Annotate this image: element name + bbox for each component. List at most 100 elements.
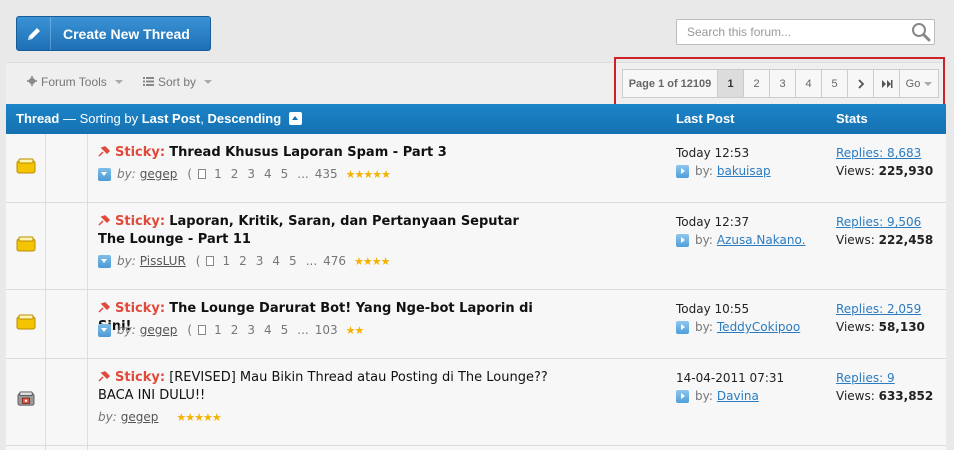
rating-stars: ★★★★★ <box>345 167 391 181</box>
page-link-1[interactable]: 1 <box>718 70 744 97</box>
views-label: Views: <box>836 164 879 178</box>
thread-page-link[interactable]: 2 <box>239 254 247 268</box>
thread-page-ellipsis: ... <box>305 254 318 268</box>
last-post-time: Today 10:55 <box>676 302 750 316</box>
folder-yellow-icon[interactable] <box>16 314 36 330</box>
create-new-thread-button[interactable]: Create New Thread <box>16 16 211 51</box>
thread-list: Sticky: Thread Khusus Laporan Spam - Par… <box>6 134 946 450</box>
search-input[interactable] <box>677 20 905 44</box>
thread-author[interactable]: gegep <box>121 410 159 424</box>
thread-page-link[interactable]: 5 <box>281 323 289 337</box>
rating-stars: ★★★★ <box>354 254 390 268</box>
thread-author[interactable]: PissLUR <box>140 254 186 268</box>
thread-title-link[interactable]: [REVISED] Mau Bikin Thread atau Posting … <box>98 370 548 403</box>
chevron-down-icon <box>204 80 213 84</box>
page-link-2[interactable]: 2 <box>744 70 770 97</box>
next-page-button[interactable] <box>848 70 874 97</box>
page-link-4[interactable]: 4 <box>796 70 822 97</box>
views-value: 633,852 <box>878 389 934 403</box>
search-icon[interactable] <box>910 22 932 42</box>
last-post-column-header[interactable]: Last Post <box>676 111 735 126</box>
thread-page-link[interactable]: 4 <box>264 167 272 181</box>
last-post-user[interactable]: Azusa.Nakano. <box>717 233 806 247</box>
thread-preview-icon[interactable] <box>98 323 111 337</box>
page-document-icon <box>206 256 215 266</box>
thread-page-link[interactable]: 5 <box>281 167 289 181</box>
thread-page-link[interactable]: 4 <box>264 323 272 337</box>
sort-toggle-icon[interactable] <box>289 112 303 125</box>
thread-last-page-link[interactable]: 435 <box>315 167 338 181</box>
forum-tools-menu[interactable]: Forum Tools <box>27 75 123 89</box>
last-page-button[interactable] <box>874 70 900 97</box>
go-label: Go <box>905 77 921 90</box>
thread-last-page-link[interactable]: 476 <box>323 254 346 268</box>
replies-count[interactable]: Replies: 8,683 <box>836 146 921 160</box>
last-post-by-label: by: <box>695 164 713 178</box>
go-to-last-post-icon[interactable] <box>676 164 689 178</box>
last-post-by: by: Azusa.Nakano. <box>676 233 805 247</box>
thread-meta: by: gegep ★★★★★ <box>98 410 222 424</box>
thread-pages: ( 1 2 3 4 5... 435 <box>187 167 338 181</box>
stats-column-header[interactable]: Stats <box>836 111 868 126</box>
thread-meta: by: gegep ( 1 2 3 4 5... 435 ★★★★★ <box>98 167 391 181</box>
sort-by-label: Sort by <box>158 75 197 89</box>
thread-status-cell <box>6 134 46 202</box>
last-post-user[interactable]: Davina <box>717 389 759 403</box>
replies-count[interactable]: Replies: 9,506 <box>836 215 921 229</box>
thread-title: Sticky: Thread Khusus Laporan Spam - Par… <box>98 144 558 162</box>
thread-pages: ( 1 2 3 4 5... 103 <box>187 323 338 337</box>
last-post-user[interactable]: bakuisap <box>717 164 771 178</box>
rating-stars: ★★ <box>345 323 365 337</box>
last-post-time: Today 12:53 <box>676 146 750 160</box>
forum-tools-label: Forum Tools <box>41 75 107 89</box>
sort-sep: , <box>200 111 208 126</box>
go-to-last-post-icon[interactable] <box>676 233 689 247</box>
sticky-prefix: Sticky: <box>115 370 166 385</box>
replies-count[interactable]: Replies: 2,059 <box>836 302 921 316</box>
sort-field[interactable]: Last Post <box>142 111 201 126</box>
by-label: by: <box>117 254 136 268</box>
chevron-right-icon <box>857 78 864 89</box>
thread-title-link[interactable]: Thread Khusus Laporan Spam - Part 3 <box>169 145 447 160</box>
thread-page-link[interactable]: 4 <box>272 254 280 268</box>
thread-preview-icon[interactable] <box>98 254 111 268</box>
folder-yellow-icon[interactable] <box>16 158 36 174</box>
thread-author[interactable]: gegep <box>140 323 178 337</box>
last-post-time: Today 12:37 <box>676 215 750 229</box>
thread-page-link[interactable]: 3 <box>247 167 255 181</box>
last-post-by: by: bakuisap <box>676 164 771 178</box>
thread-status-cell <box>6 203 46 289</box>
last-post-by-label: by: <box>695 389 713 403</box>
go-to-page-button[interactable]: Go <box>900 70 938 97</box>
top-bar: Create New Thread <box>0 0 954 62</box>
folder-yellow-icon[interactable] <box>16 236 36 252</box>
go-to-last-post-icon[interactable] <box>676 320 689 334</box>
views-label: Views: <box>836 389 879 403</box>
thread-header-label: Thread <box>16 111 60 126</box>
thread-prefix-cell <box>46 134 88 202</box>
thread-page-link[interactable]: 2 <box>231 323 239 337</box>
replies-count[interactable]: Replies: 9 <box>836 371 895 385</box>
thread-row: Sticky: The Lounge Darurat Bot! Yang Nge… <box>6 290 946 359</box>
by-label: by: <box>117 323 136 337</box>
thread-page-link[interactable]: 1 <box>214 323 222 337</box>
thread-page-link[interactable]: 2 <box>231 167 239 181</box>
sticky-prefix: Sticky: <box>115 214 166 229</box>
pin-icon <box>98 371 111 382</box>
thread-last-page-link[interactable]: 103 <box>315 323 338 337</box>
thread-page-link[interactable]: 1 <box>222 254 230 268</box>
page-link-5[interactable]: 5 <box>822 70 848 97</box>
page-link-3[interactable]: 3 <box>770 70 796 97</box>
thread-preview-icon[interactable] <box>98 167 111 181</box>
go-to-last-post-icon[interactable] <box>676 389 689 403</box>
thread-page-link[interactable]: 5 <box>289 254 297 268</box>
thread-page-link[interactable]: 3 <box>247 323 255 337</box>
thread-page-link[interactable]: 3 <box>256 254 264 268</box>
thread-author[interactable]: gegep <box>140 167 178 181</box>
thread-page-link[interactable]: 1 <box>214 167 222 181</box>
folder-locked-icon[interactable] <box>16 391 36 407</box>
last-post-user[interactable]: TeddyCokipoo <box>717 320 800 334</box>
sort-direction[interactable]: Descending <box>207 111 281 126</box>
thread-page-ellipsis: ... <box>297 323 309 337</box>
sort-by-menu[interactable]: Sort by <box>143 75 213 89</box>
